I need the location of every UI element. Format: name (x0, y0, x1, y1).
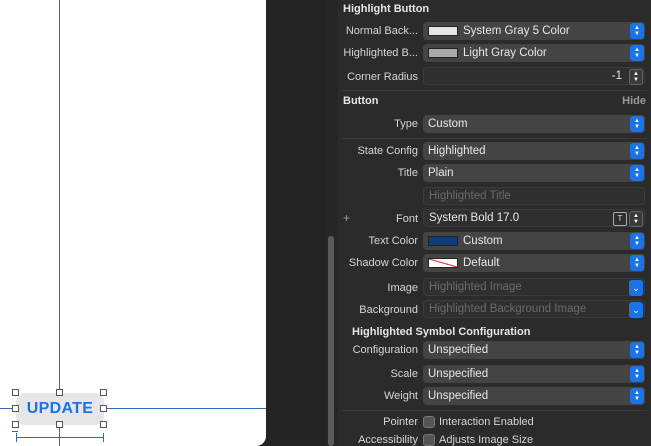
background-image-label: Background (359, 304, 418, 316)
shadow-color-popup[interactable]: Default ▲ ▼ (423, 254, 645, 272)
title-popup[interactable]: Plain ▲ ▼ (423, 164, 645, 182)
accessibility-label: Accessibility (358, 434, 418, 446)
normal-background-value: System Gray 5 Color (463, 25, 570, 37)
highlighted-background-label: Highlighted B... (343, 47, 418, 59)
highlighted-background-popup[interactable]: Light Gray Color ▲ ▼ (423, 44, 645, 62)
corner-radius-field[interactable]: -1 ▲ ▼ (423, 67, 645, 85)
attributes-inspector: Highlight Button Normal Back... System G… (338, 0, 651, 446)
configuration-value: Unspecified (428, 344, 489, 356)
chevron-updown-icon: ▲ ▼ (630, 388, 644, 404)
normal-background-popup[interactable]: System Gray 5 Color ▲ ▼ (423, 22, 645, 40)
font-label: Font (395, 213, 418, 225)
configuration-popup[interactable]: Unspecified ▲ ▼ (423, 341, 645, 359)
resize-handle-left[interactable] (12, 405, 19, 412)
highlighted-title-placeholder: Highlighted Title (429, 190, 511, 202)
color-swatch (428, 48, 458, 58)
background-image-combo-box[interactable]: Highlighted Background Image ⌄ (423, 300, 645, 318)
image-label: Image (387, 282, 418, 294)
highlight-button-header: Highlight Button (343, 3, 430, 15)
chevron-updown-icon: ▲ ▼ (630, 255, 644, 271)
stepper-icon[interactable]: ▲ ▼ (629, 211, 643, 227)
section-divider (342, 410, 647, 411)
interaction-enabled-checkbox[interactable] (423, 416, 435, 428)
chevron-down-icon[interactable]: ⌄ (629, 302, 643, 318)
resize-handle-bottom-right[interactable] (100, 421, 107, 428)
adjusts-image-size-label[interactable]: Adjusts Image Size (439, 434, 533, 446)
selection-tick-left (16, 433, 17, 442)
chevron-updown-icon: ▲ ▼ (630, 366, 644, 382)
selection-width-line (16, 437, 104, 438)
configuration-label: Configuration (352, 344, 418, 356)
color-swatch (428, 26, 458, 36)
type-label: Type (394, 118, 418, 130)
type-popup[interactable]: Custom ▲ ▼ (423, 115, 645, 133)
no-color-swatch (428, 258, 458, 268)
background-image-placeholder: Highlighted Background Image (429, 303, 587, 315)
chevron-updown-icon: ▲ ▼ (630, 165, 644, 181)
button-section-header: Button (343, 95, 379, 107)
font-picker-icon[interactable]: T (613, 212, 627, 226)
section-divider (342, 138, 647, 139)
font-field[interactable]: System Bold 17.0 T ▲ ▼ (423, 209, 645, 227)
shadow-color-value: Default (463, 257, 500, 269)
resize-handle-top[interactable] (56, 389, 63, 396)
device-screen[interactable] (0, 0, 266, 446)
selection-tick-bottom (12, 431, 18, 432)
pointer-label: Pointer (383, 416, 418, 428)
vertical-scrollbar[interactable] (328, 236, 334, 446)
resize-handle-bottom[interactable] (56, 421, 63, 428)
state-config-value: Highlighted (428, 145, 486, 157)
weight-popup[interactable]: Unspecified ▲ ▼ (423, 387, 645, 405)
highlighted-title-input[interactable]: Highlighted Title (423, 187, 645, 205)
section-divider (342, 90, 647, 91)
chevron-down-icon[interactable]: ⌄ (629, 280, 643, 296)
symbol-config-header: Highlighted Symbol Configuration (352, 326, 531, 338)
resize-handle-top-right[interactable] (100, 389, 107, 396)
adjusts-image-size-checkbox[interactable] (423, 434, 435, 446)
chevron-updown-icon: ▲ ▼ (630, 143, 644, 159)
shadow-color-label: Shadow Color (348, 257, 418, 269)
chevron-updown-icon: ▲ ▼ (630, 116, 644, 132)
title-value: Plain (428, 167, 454, 179)
chevron-updown-icon: ▲ ▼ (630, 233, 644, 249)
type-value: Custom (428, 118, 468, 130)
selection-tick-right (103, 433, 104, 442)
normal-background-label: Normal Back... (345, 25, 418, 37)
corner-radius-label: Corner Radius (347, 71, 418, 83)
corner-radius-value: -1 (611, 70, 622, 82)
alignment-guide-vertical (59, 0, 60, 446)
weight-label: Weight (383, 390, 418, 402)
text-color-popup[interactable]: Custom ▲ ▼ (423, 232, 645, 250)
resize-handle-bottom-left[interactable] (12, 421, 19, 428)
weight-value: Unspecified (428, 390, 489, 402)
hide-section-button[interactable]: Hide (622, 95, 646, 107)
font-value: System Bold 17.0 (429, 212, 520, 224)
image-combo-box[interactable]: Highlighted Image ⌄ (423, 278, 645, 296)
scale-label: Scale (390, 368, 418, 380)
stepper-icon[interactable]: ▲ ▼ (629, 69, 643, 85)
chevron-updown-icon: ▲ ▼ (630, 23, 644, 39)
image-placeholder: Highlighted Image (429, 281, 522, 293)
resize-handle-top-left[interactable] (12, 389, 19, 396)
scale-popup[interactable]: Unspecified ▲ ▼ (423, 365, 645, 383)
color-swatch (428, 236, 458, 246)
resize-handle-right[interactable] (100, 405, 107, 412)
state-config-popup[interactable]: Highlighted ▲ ▼ (423, 142, 645, 160)
scale-value: Unspecified (428, 368, 489, 380)
title-label: Title (397, 167, 418, 179)
state-config-label: State Config (357, 145, 418, 157)
chevron-updown-icon: ▲ ▼ (630, 342, 644, 358)
highlighted-background-value: Light Gray Color (463, 47, 547, 59)
chevron-updown-icon: ▲ ▼ (630, 45, 644, 61)
text-color-label: Text Color (368, 235, 418, 247)
interaction-enabled-label[interactable]: Interaction Enabled (439, 416, 534, 428)
text-color-value: Custom (463, 235, 503, 247)
storyboard-canvas[interactable]: UPDATE (0, 0, 326, 446)
